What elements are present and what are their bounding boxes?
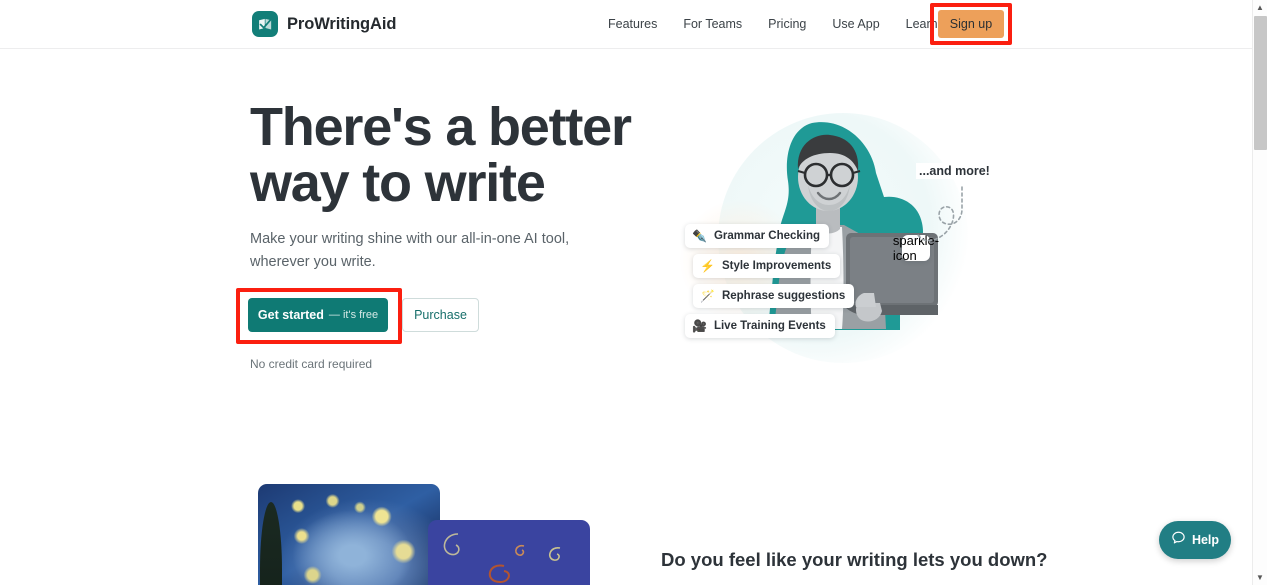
blue-swirls-card <box>428 520 590 585</box>
feature-chip-grammar-checking: ✒️ Grammar Checking <box>685 224 830 248</box>
and-more-annotation: ...and more! <box>916 163 993 179</box>
get-started-button[interactable]: Get started — it's free <box>248 298 388 332</box>
get-started-sublabel: — it's free <box>328 309 379 321</box>
feature-chip-label: Grammar Checking <box>713 230 821 242</box>
feature-chip-style-improvements: ⚡ Style Improvements <box>693 254 841 278</box>
page-title: There's a better way to write <box>250 97 632 213</box>
section-heading: Do you feel like your writing lets you d… <box>661 549 1048 570</box>
starry-night-painting <box>258 484 440 585</box>
purchase-button[interactable]: Purchase <box>402 298 479 332</box>
feature-chip-label: Style Improvements <box>721 260 832 272</box>
nav-link-features[interactable]: Features <box>595 0 670 48</box>
page-viewport: ProWritingAid Features For Teams Pricing… <box>0 0 1252 585</box>
scrollbar-up-arrow-icon[interactable]: ▲ <box>1253 0 1267 15</box>
no-credit-card-note: No credit card required <box>250 357 373 371</box>
help-widget-button[interactable]: Help <box>1159 521 1231 559</box>
lightning-bolt-icon: ⚡ <box>700 259 715 273</box>
hero-illustration: ✒️ Grammar Checking ⚡ Style Improvements… <box>650 95 1050 370</box>
get-started-label: Get started <box>257 308 324 322</box>
feature-chip-label: Live Training Events <box>713 320 826 332</box>
feature-chip-label: Rephrase suggestions <box>721 290 846 302</box>
movie-camera-icon: 🎥 <box>692 319 707 333</box>
nav-link-for-teams[interactable]: For Teams <box>670 0 755 48</box>
feature-chip-rephrase-suggestions: 🪄 Rephrase suggestions <box>693 284 855 308</box>
quill-pen-icon: ✒️ <box>692 229 707 243</box>
vertical-scrollbar[interactable]: ▲ ▼ <box>1252 0 1267 585</box>
help-widget-label: Help <box>1191 533 1220 547</box>
magic-wand-icon: 🪄 <box>700 289 715 303</box>
brand-logo[interactable]: ProWritingAid <box>252 11 396 37</box>
nav-link-pricing[interactable]: Pricing <box>755 0 819 48</box>
brand-name: ProWritingAid <box>287 14 397 33</box>
cypress-tree-shape <box>260 502 282 585</box>
hero-subheading: Make your writing shine with our all-in-… <box>250 231 570 270</box>
feature-chip-live-training-events: 🎥 Live Training Events <box>685 314 835 338</box>
site-header: ProWritingAid Features For Teams Pricing… <box>0 0 1252 49</box>
chat-bubble-icon <box>1171 530 1186 550</box>
scrollbar-down-arrow-icon[interactable]: ▼ <box>1253 570 1267 585</box>
prowritingaid-book-check-icon <box>252 11 278 37</box>
sign-up-button[interactable]: Sign up <box>938 10 1004 38</box>
browser-page: ProWritingAid Features For Teams Pricing… <box>0 0 1267 585</box>
curly-arrow-icon <box>912 183 972 253</box>
nav-link-use-app[interactable]: Use App <box>819 0 892 48</box>
swirl-pattern-icon <box>443 533 561 584</box>
scrollbar-thumb[interactable] <box>1254 16 1267 150</box>
